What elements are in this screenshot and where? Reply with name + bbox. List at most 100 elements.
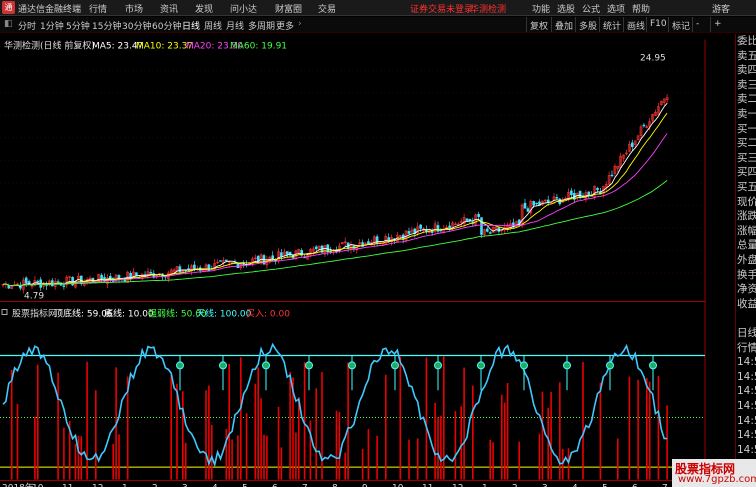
date-axis-label: 10: [32, 484, 44, 487]
menu-discover[interactable]: 发现: [195, 2, 213, 15]
side-panel-item[interactable]: 14:56: [737, 355, 756, 370]
overlay-button[interactable]: 叠加: [551, 17, 576, 32]
candle-body: [523, 202, 527, 209]
side-panel-item[interactable]: 收益: [737, 297, 756, 312]
side-panel-item[interactable]: 委比: [737, 34, 756, 49]
sell-signal-icon: [262, 361, 270, 370]
candle-body: [178, 266, 182, 273]
side-panel-item[interactable]: 卖五: [737, 49, 756, 64]
side-panel-item[interactable]: 买三: [737, 151, 756, 166]
menu-trade[interactable]: 交易: [318, 2, 336, 15]
side-panel-item[interactable]: 现价: [737, 195, 756, 210]
side-panel-item[interactable]: 外盘: [737, 253, 756, 268]
menu-help[interactable]: 帮助: [632, 2, 650, 15]
side-panel-item[interactable]: 14:56: [737, 370, 756, 385]
high-price-label: 24.95: [640, 54, 666, 64]
indicator-title: 股票指标网: [12, 308, 57, 320]
side-panel-item[interactable]: 买五: [737, 180, 756, 195]
sell-signal-icon: [606, 361, 614, 370]
period-tab-5min[interactable]: 5分钟: [66, 19, 90, 32]
side-panel-item[interactable]: 涨幅: [737, 224, 756, 239]
candle-body: [546, 199, 550, 203]
period-tab-15min[interactable]: 15分钟: [92, 19, 121, 32]
login-warning[interactable]: 证券交易未登录: [410, 2, 473, 15]
menu-ask[interactable]: 问小达: [230, 2, 257, 15]
quote-side-panel: 委比 卖五 卖四 卖三 卖二 卖一 买一 买二 买三 买四 买五 现价 涨跌 涨幅 总量 外盘 换手 净资 收益日线…: [735, 34, 756, 487]
date-axis-label: 10: [392, 484, 404, 487]
menu-wealth[interactable]: 财富圈: [275, 2, 302, 15]
stock-name-link[interactable]: 华测检测: [470, 2, 506, 15]
side-panel-item[interactable]: 日线: [737, 326, 756, 341]
side-panel-item[interactable]: 14:56: [737, 384, 756, 399]
panel-toggle-icon[interactable]: ◧: [4, 19, 13, 29]
date-axis-label: 6: [272, 484, 278, 487]
draw-line-button[interactable]: 画线: [623, 17, 648, 32]
candle-body: [367, 241, 370, 245]
date-axis-label: 2: [152, 484, 158, 487]
chart-title: 华测检测(日线 前复权): [4, 40, 95, 52]
candle-body: [587, 191, 591, 195]
side-panel-item[interactable]: 卖四: [737, 63, 756, 78]
guest-label[interactable]: 游客: [712, 2, 730, 15]
period-tab-weekly[interactable]: 周线: [204, 19, 222, 32]
watermark-url: www.7gpzb.com: [678, 474, 756, 485]
candle-body: [219, 260, 222, 262]
menu-stock-pick[interactable]: 选股: [557, 2, 575, 15]
side-panel-item[interactable]: 14:56: [737, 414, 756, 429]
side-panel-item[interactable]: 换手: [737, 268, 756, 283]
candle-body: [526, 208, 530, 212]
period-tab-30min[interactable]: 30分钟: [122, 19, 151, 32]
zoom-out-button[interactable]: -: [692, 17, 702, 32]
menu-market-quotes[interactable]: 行情: [89, 2, 107, 15]
sell-signal-icon: [305, 361, 313, 370]
kline-chart[interactable]: 24.0022.0020.0018.0016.0014.0012.0010.00…: [0, 34, 706, 487]
date-axis-label: 1: [482, 484, 488, 487]
sell-signal-icon: [434, 361, 442, 370]
period-tab-1min[interactable]: 1分钟: [40, 19, 64, 32]
candle-body: [535, 202, 538, 205]
side-panel-item[interactable]: 净资: [737, 282, 756, 297]
date-axis-label: 8: [332, 484, 338, 487]
candle-body: [485, 228, 489, 232]
candle-body: [630, 142, 634, 148]
period-tab-daily[interactable]: 日线: [182, 19, 200, 32]
side-panel-item[interactable]: 14:56: [737, 399, 756, 414]
date-axis-label: 12: [92, 484, 103, 487]
chevron-right-icon[interactable]: ›: [298, 19, 302, 29]
period-tab-more[interactable]: 更多: [276, 19, 294, 32]
side-panel-item[interactable]: 涨跌: [737, 209, 756, 224]
side-panel-item[interactable]: 卖一: [737, 107, 756, 122]
period-tab-monthly[interactable]: 月线: [226, 19, 244, 32]
f10-button[interactable]: F10: [646, 17, 670, 32]
side-panel-item[interactable]: 行情: [737, 341, 756, 356]
side-panel-item[interactable]: 卖二: [737, 92, 756, 107]
menu-market[interactable]: 市场: [125, 2, 143, 15]
sell-signal-icon: [391, 361, 399, 370]
period-tab-multi[interactable]: 多周期: [248, 19, 275, 32]
sell-signal-icon: [520, 361, 528, 370]
side-panel-item[interactable]: 14:56: [737, 443, 756, 458]
menu-function[interactable]: 功能: [532, 2, 550, 15]
sky-line-legend: 天线: 100.00: [196, 308, 252, 320]
zoom-in-button[interactable]: +: [710, 17, 725, 32]
restore-rights-button[interactable]: 复权: [526, 17, 551, 32]
side-panel-item[interactable]: 买四: [737, 165, 756, 180]
side-panel-item[interactable]: 买二: [737, 136, 756, 151]
multi-stock-button[interactable]: 多股: [575, 17, 600, 32]
menu-options[interactable]: 选项: [607, 2, 625, 15]
period-tab-60min[interactable]: 60分钟: [152, 19, 181, 32]
app-logo-icon: 通: [2, 1, 15, 14]
app-title: 通达信金融终端: [18, 5, 82, 15]
side-panel-item[interactable]: 卖三: [737, 78, 756, 93]
side-panel-item[interactable]: 14:56: [737, 428, 756, 443]
side-panel-item[interactable]: 总量: [737, 238, 756, 253]
period-tab-intraday[interactable]: 分时: [18, 19, 36, 32]
date-axis-label: 9: [362, 484, 368, 487]
menu-formula[interactable]: 公式: [582, 2, 600, 15]
side-panel-item[interactable]: 买一: [737, 122, 756, 137]
date-axis-label: 6: [632, 484, 638, 487]
menu-news[interactable]: 资讯: [160, 2, 178, 15]
date-axis-label: 3: [182, 484, 188, 487]
statistics-button[interactable]: 统计: [599, 17, 624, 32]
mark-button[interactable]: 标记: [668, 17, 693, 32]
